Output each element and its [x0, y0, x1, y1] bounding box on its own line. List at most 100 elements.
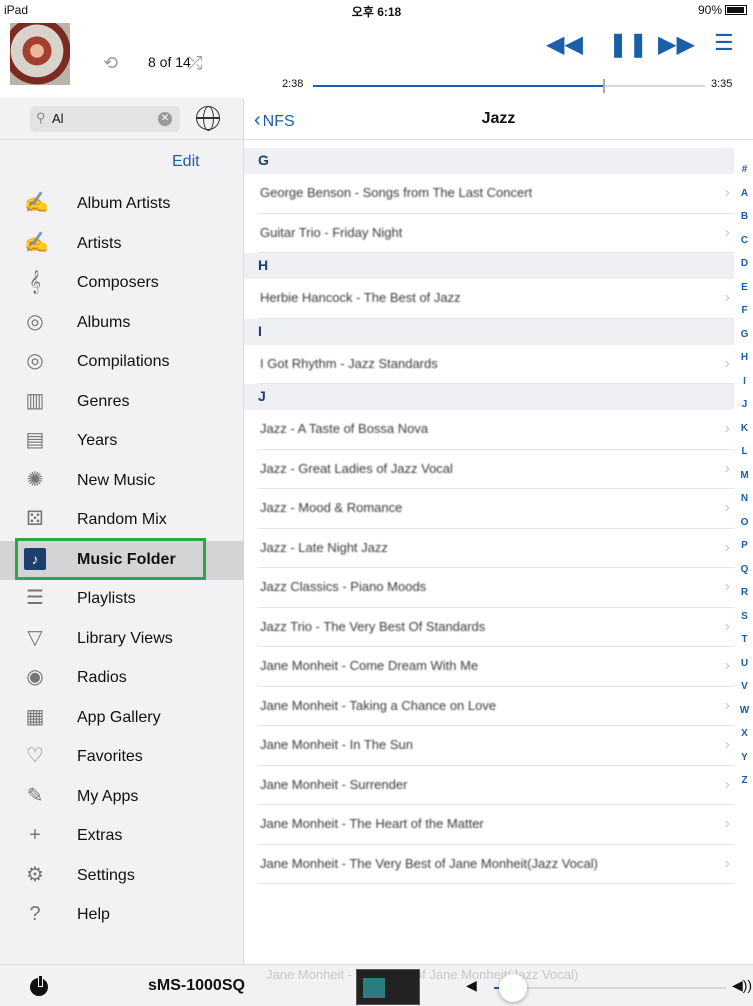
fast-forward-icon[interactable]: ▶▶ — [658, 30, 695, 59]
mini-player-thumbnail[interactable] — [356, 969, 420, 1005]
sidebar-item-random-mix[interactable]: ⚄ Random Mix — [0, 501, 244, 541]
sidebar-item-artists[interactable]: ✍ Artists — [0, 225, 244, 265]
album-art[interactable] — [10, 23, 70, 85]
index-letter[interactable]: M — [736, 470, 753, 494]
list-item[interactable]: Jane Monheit - Come Dream With Me › — [258, 647, 734, 687]
sidebar-item-help[interactable]: ? Help — [0, 896, 244, 936]
sidebar-item-years[interactable]: ▤ Years — [0, 422, 244, 462]
sidebar-item-favorites[interactable]: ♡ Favorites — [0, 738, 244, 778]
repeat-icon[interactable]: ⟲ — [103, 53, 125, 73]
list-item[interactable]: Jazz - Great Ladies of Jazz Vocal › — [258, 450, 734, 489]
index-letter[interactable]: B — [736, 211, 753, 235]
sidebar-item-label: Compilations — [77, 353, 170, 370]
index-letter[interactable]: I — [736, 376, 753, 400]
search-input[interactable]: ⚲ Al ✕ — [30, 106, 180, 132]
sidebar-item-label: Settings — [77, 866, 135, 884]
list-item[interactable]: Jane Monheit - In The Sun › — [258, 726, 734, 766]
sidebar-item-composers[interactable]: 𝄞 Composers — [0, 264, 244, 304]
index-letter[interactable]: N — [736, 493, 753, 517]
index-letter[interactable]: Z — [736, 775, 753, 799]
queue-list-icon[interactable]: ☰ — [714, 30, 734, 56]
list-item[interactable]: George Benson - Songs from The Last Conc… — [258, 174, 734, 214]
list-item[interactable]: Jane Monheit - The Heart of the Matter › — [258, 805, 734, 845]
globe-icon[interactable] — [196, 106, 220, 131]
list-item[interactable]: Jazz Trio - The Very Best Of Standards › — [258, 608, 734, 647]
index-letter[interactable]: L — [736, 446, 753, 470]
index-letter[interactable]: T — [736, 634, 753, 658]
index-letter[interactable]: E — [736, 282, 753, 306]
index-letter[interactable]: D — [736, 258, 753, 282]
sidebar-item-albums[interactable]: ◎ Albums — [0, 304, 244, 344]
alphabet-index[interactable]: # A B C D E F G H I J K L M N O P Q R S T U V W X Y Z — [736, 164, 753, 799]
nav-bar: ‹ NFS Jazz — [244, 98, 753, 140]
selection-highlight — [15, 538, 206, 580]
list-item[interactable]: Guitar Trio - Friday Night › — [258, 214, 734, 253]
list-item-label: Jazz - A Taste of Bossa Nova — [260, 421, 429, 436]
my-apps-icon: ✎ — [26, 784, 44, 807]
index-letter[interactable]: X — [736, 728, 753, 752]
shuffle-icon[interactable]: ⤮ — [188, 53, 210, 73]
volume-slider[interactable] — [494, 987, 726, 989]
list-item[interactable]: Jane Monheit - Taking a Chance on Love › — [258, 687, 734, 726]
sidebar-item-my-apps[interactable]: ✎ My Apps — [0, 778, 244, 818]
sidebar-item-new-music[interactable]: ✺ New Music — [0, 462, 244, 502]
list-item-label: Jane Monheit - Come Dream With Me — [260, 658, 479, 673]
chevron-right-icon: › — [724, 736, 730, 753]
device-name[interactable]: sMS-1000SQ — [148, 977, 245, 995]
sidebar-item-genres[interactable]: ▥ Genres — [0, 383, 244, 423]
search-icon: ⚲ — [36, 110, 46, 125]
seek-bar[interactable] — [313, 79, 705, 93]
index-letter[interactable]: S — [736, 611, 753, 635]
rewind-icon[interactable]: ◀◀ — [546, 30, 583, 59]
index-letter[interactable]: C — [736, 235, 753, 259]
total-time: 3:35 — [711, 78, 733, 90]
playlists-icon: ☰ — [26, 587, 44, 609]
sidebar-item-radios[interactable]: ◉ Radios — [0, 659, 244, 699]
sidebar-item-extras[interactable]: + Extras — [0, 817, 244, 857]
sidebar-item-app-gallery[interactable]: ▦ App Gallery — [0, 699, 244, 739]
section-header: J — [244, 384, 734, 410]
sidebar-item-settings[interactable]: ⚙ Settings — [0, 857, 244, 897]
calendar-1979-icon: ▤ — [25, 429, 45, 451]
index-letter[interactable]: H — [736, 352, 753, 376]
index-letter[interactable]: Q — [736, 564, 753, 588]
index-letter[interactable]: V — [736, 681, 753, 705]
list-item[interactable]: Herbie Hancock - The Best of Jazz › — [258, 279, 734, 319]
list-item[interactable]: Jane Monheit - The Very Best of Jane Mon… — [258, 845, 734, 884]
list-item[interactable]: Jazz - A Taste of Bossa Nova › — [258, 410, 734, 450]
list-item[interactable]: I Got Rhythm - Jazz Standards › — [258, 345, 734, 384]
seek-knob[interactable] — [603, 79, 606, 93]
index-letter[interactable]: W — [736, 705, 753, 729]
list-item-label: Jane Monheit - The Very Best of Jane Mon… — [260, 855, 598, 871]
sidebar-item-library-views[interactable]: ▽ Library Views — [0, 620, 244, 660]
list-item[interactable]: Jane Monheit - Surrender › — [258, 766, 734, 805]
volume-knob[interactable] — [498, 974, 527, 1002]
power-icon[interactable] — [30, 975, 50, 997]
elapsed-time: 2:38 — [282, 78, 304, 90]
index-letter[interactable]: R — [736, 587, 753, 611]
index-letter[interactable]: G — [736, 329, 753, 353]
section-header: H — [244, 253, 734, 279]
search-value[interactable]: Al — [52, 111, 64, 126]
sidebar-item-compilations[interactable]: ◎ Compilations — [0, 343, 244, 383]
volume-fill — [494, 987, 499, 989]
chevron-right-icon: › — [724, 499, 730, 516]
index-letter[interactable]: F — [736, 305, 753, 329]
list-item[interactable]: Jazz - Late Night Jazz › — [258, 529, 734, 568]
sidebar-item-playlists[interactable]: ☰ Playlists — [0, 580, 244, 620]
section-header: I — [244, 318, 734, 345]
index-letter[interactable]: A — [736, 188, 753, 212]
clear-search-icon[interactable]: ✕ — [158, 112, 172, 126]
list-item[interactable]: Jazz Classics - Piano Moods › — [258, 568, 734, 608]
index-letter[interactable]: P — [736, 540, 753, 564]
index-letter[interactable]: K — [736, 423, 753, 447]
index-letter[interactable]: O — [736, 517, 753, 541]
pause-icon[interactable]: ❚❚ — [608, 30, 648, 59]
index-letter[interactable]: Y — [736, 752, 753, 776]
sidebar-item-album-artists[interactable]: ✍ Album Artists — [0, 185, 244, 225]
index-letter[interactable]: U — [736, 658, 753, 682]
list-item[interactable]: Jazz - Mood & Romance › — [258, 489, 734, 529]
edit-button[interactable]: Edit — [172, 153, 200, 171]
index-letter[interactable]: # — [736, 164, 753, 188]
index-letter[interactable]: J — [736, 399, 753, 423]
